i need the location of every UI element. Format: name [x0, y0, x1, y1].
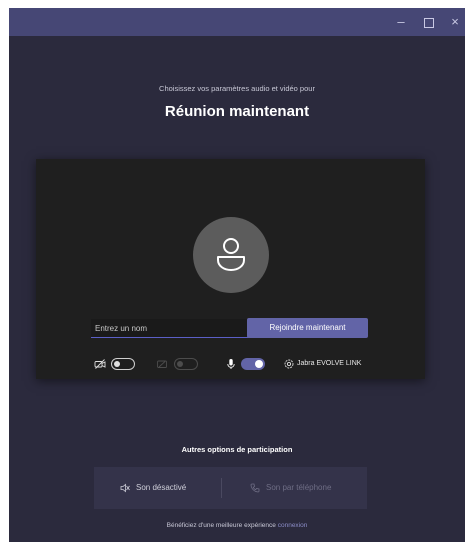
phone-icon: [250, 483, 260, 493]
other-options-title: Autres options de participation: [181, 445, 293, 454]
video-preview: Rejoindre maintenant Jabra EVOLVE LINK: [36, 159, 425, 379]
microphone-toggle[interactable]: [241, 358, 265, 370]
sign-in-link[interactable]: connexion: [278, 522, 308, 529]
join-now-button[interactable]: Rejoindre maintenant: [247, 318, 368, 338]
other-options-panel: Son désactivé Son par téléphone: [94, 467, 367, 509]
audio-off-label: Son désactivé: [136, 483, 187, 492]
teams-prejoin-window: – × Choisissez vos paramètres audio et v…: [9, 8, 465, 542]
meeting-title: Réunion maintenant: [164, 103, 310, 120]
close-button[interactable]: ×: [443, 12, 465, 32]
microphone-icon: [227, 359, 235, 369]
background-effects-icon: [157, 360, 167, 368]
footer-hint: Bénéficiez d'une meilleure expérience co…: [9, 522, 465, 529]
camera-off-icon: [94, 359, 106, 369]
audio-off-option[interactable]: Son désactivé: [120, 467, 186, 509]
maximize-button[interactable]: [417, 12, 441, 32]
background-effects-toggle[interactable]: [174, 358, 198, 370]
avatar: [193, 217, 269, 293]
phone-audio-option[interactable]: Son par téléphone: [250, 467, 331, 509]
camera-toggle[interactable]: [111, 358, 135, 370]
minimize-button[interactable]: –: [389, 12, 413, 32]
title-bar: – ×: [9, 8, 465, 36]
speaker-off-icon: [120, 483, 130, 493]
audio-device-label[interactable]: Jabra EVOLVE LINK: [297, 358, 361, 370]
phone-audio-label: Son par téléphone: [266, 483, 332, 492]
device-settings-icon[interactable]: [283, 358, 295, 370]
name-input[interactable]: [91, 319, 249, 338]
prejoin-subtitle: Choisissez vos paramètres audio et vidéo…: [159, 84, 315, 93]
options-divider: [221, 478, 222, 498]
maximize-icon: [424, 17, 434, 28]
person-icon: [217, 238, 245, 271]
footer-text: Bénéficiez d'une meilleure expérience: [166, 522, 278, 529]
